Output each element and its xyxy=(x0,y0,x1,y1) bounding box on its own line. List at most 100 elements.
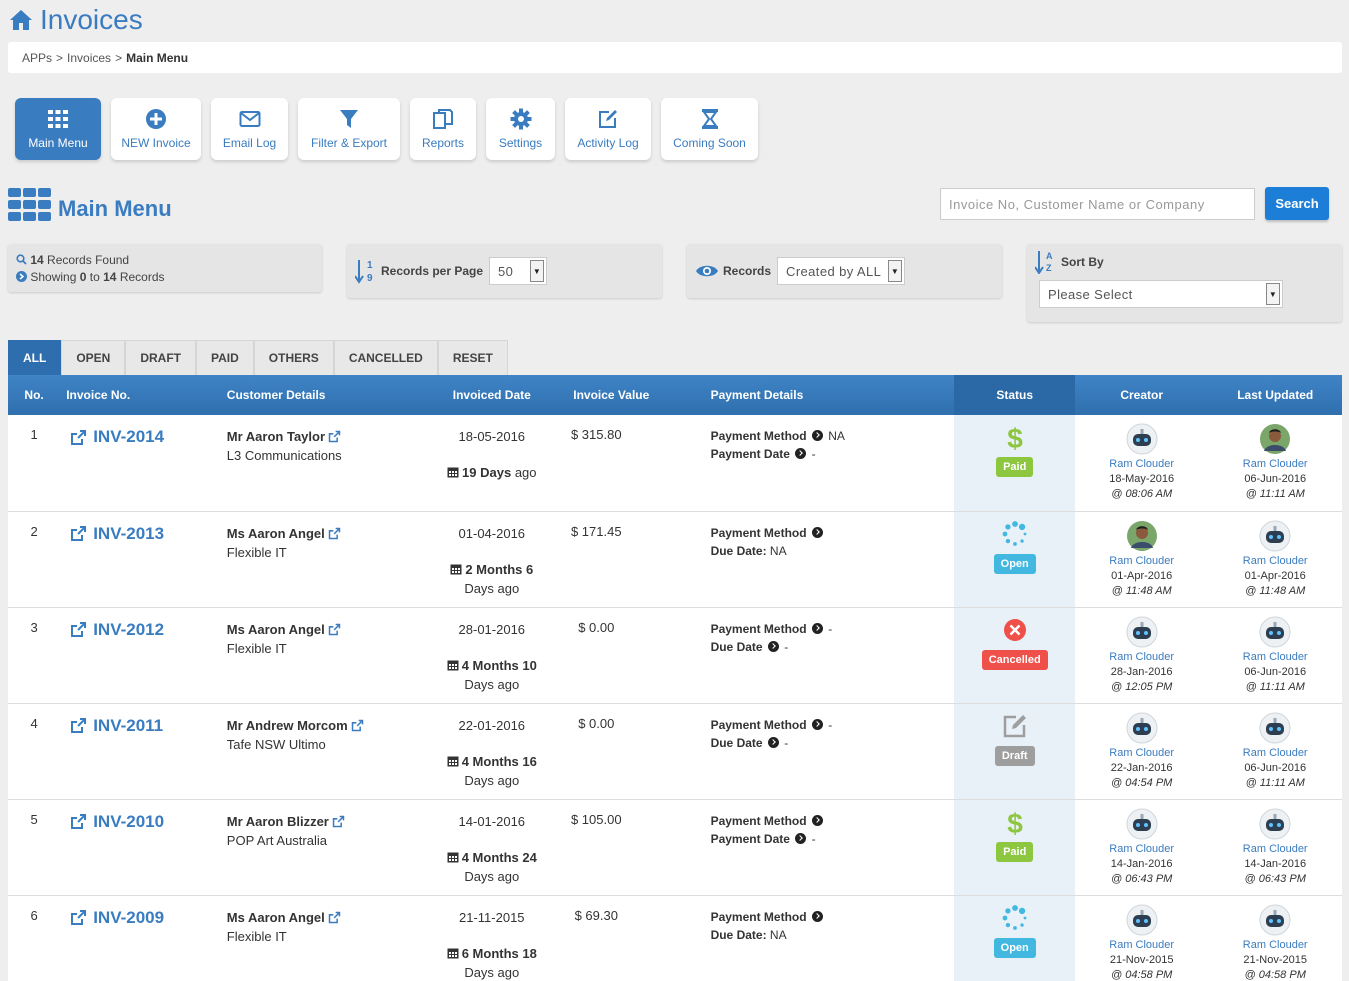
chevron-circle-icon xyxy=(811,910,823,922)
section-title: Main Menu xyxy=(8,186,172,222)
creator-name[interactable]: Ram Clouder xyxy=(1075,746,1209,761)
invoice-link[interactable]: INV-2009 xyxy=(70,908,221,928)
payment-second-value: NA xyxy=(769,927,787,942)
activity-log-button[interactable]: Activity Log xyxy=(565,98,651,160)
invoiced-date: 28-01-2016 xyxy=(458,621,526,637)
column-header-status[interactable]: Status xyxy=(954,375,1075,415)
invoice-link[interactable]: INV-2014 xyxy=(70,427,221,447)
status-badge[interactable]: Open xyxy=(993,553,1036,574)
sort-select[interactable]: Please Select ▼ xyxy=(1039,280,1283,308)
column-header-payment[interactable]: Payment Details xyxy=(704,375,955,415)
invoice-link[interactable]: INV-2011 xyxy=(70,716,221,736)
sort-alpha-icon: A Z xyxy=(1035,251,1053,274)
tab-cancelled[interactable]: CANCELLED xyxy=(333,340,438,375)
showing-from: 0 xyxy=(79,270,87,284)
customer-name-link[interactable]: Ms Aaron Angel xyxy=(227,524,436,543)
column-header-invoice-value[interactable]: Invoice Value xyxy=(547,375,705,415)
updated-by-name[interactable]: Ram Clouder xyxy=(1208,554,1342,569)
updated-by-name[interactable]: Ram Clouder xyxy=(1208,457,1342,472)
customer-name-link[interactable]: Ms Aaron Angel xyxy=(227,620,436,639)
updated-by-name[interactable]: Ram Clouder xyxy=(1208,746,1342,761)
reports-button[interactable]: Reports xyxy=(410,98,476,160)
status-badge[interactable]: Cancelled xyxy=(981,649,1048,670)
table-row[interactable]: 3 INV-2012 Ms Aaron Angel Flexible IT 28… xyxy=(8,607,1342,703)
tab-all[interactable]: ALL xyxy=(8,340,62,375)
external-link-icon xyxy=(332,815,345,827)
coming-soon-button[interactable]: Coming Soon xyxy=(661,98,758,160)
invoice-link[interactable]: INV-2013 xyxy=(70,524,221,544)
per-page-value: 50 xyxy=(498,263,514,279)
column-header-invoice-no[interactable]: Invoice No. xyxy=(60,375,221,415)
creator-name[interactable]: Ram Clouder xyxy=(1075,650,1209,665)
customer-name-link[interactable]: Mr Aaron Taylor xyxy=(227,427,436,446)
updated-by-name[interactable]: Ram Clouder xyxy=(1208,650,1342,665)
table-row[interactable]: 5 INV-2010 Mr Aaron Blizzer POP Art Aust… xyxy=(8,799,1342,895)
search-input[interactable] xyxy=(940,188,1255,220)
column-header-customer[interactable]: Customer Details xyxy=(220,375,436,415)
sort-by: A Z Sort By Please Select ▼ xyxy=(1027,244,1342,322)
invoiced-date: 22-01-2016 xyxy=(458,717,526,733)
tab-others[interactable]: OTHERS xyxy=(253,340,334,375)
search-button[interactable]: Search xyxy=(1265,187,1329,220)
avatar-icon xyxy=(1126,520,1157,551)
status-cell: Open xyxy=(954,895,1075,981)
invoice-value: $ 171.45 xyxy=(570,523,622,539)
updated-by-name[interactable]: Ram Clouder xyxy=(1208,842,1342,857)
status-cell: $ Paid xyxy=(954,415,1075,511)
creator-name[interactable]: Ram Clouder xyxy=(1075,842,1209,857)
gear-icon xyxy=(510,108,531,130)
customer-name-link[interactable]: Mr Aaron Blizzer xyxy=(227,812,436,831)
updated-date: 01-Apr-2016 xyxy=(1244,569,1306,582)
invoice-number: INV-2011 xyxy=(93,715,164,735)
creator-name[interactable]: Ram Clouder xyxy=(1075,938,1209,953)
creator-name[interactable]: Ram Clouder xyxy=(1075,457,1209,472)
main-menu-button[interactable]: Main Menu xyxy=(15,98,101,160)
external-link-icon xyxy=(71,526,87,541)
status-badge[interactable]: Paid xyxy=(996,841,1034,862)
table-header-row: No. Invoice No. Customer Details Invoice… xyxy=(8,375,1342,415)
column-header-invoiced-date[interactable]: Invoiced Date xyxy=(435,375,548,415)
breadcrumb-item-invoices[interactable]: Invoices xyxy=(67,51,111,65)
tab-reset[interactable]: RESET xyxy=(437,340,508,375)
payment-second-label: Due Date: xyxy=(710,543,767,558)
customer-name-link[interactable]: Mr Andrew Morcom xyxy=(227,716,436,735)
invoice-link[interactable]: INV-2010 xyxy=(70,812,221,832)
customer-name-link[interactable]: Ms Aaron Angel xyxy=(227,908,436,927)
breadcrumb-item-apps[interactable]: APPs xyxy=(22,51,52,65)
email-log-button[interactable]: Email Log xyxy=(211,98,288,160)
table-row[interactable]: 2 INV-2013 Ms Aaron Angel Flexible IT 01… xyxy=(8,511,1342,607)
tab-paid[interactable]: PAID xyxy=(196,340,254,375)
status-badge[interactable]: Paid xyxy=(996,457,1034,477)
avatar-icon xyxy=(1126,904,1158,935)
tab-open[interactable]: OPEN xyxy=(61,340,126,375)
table-row[interactable]: 1 INV-2014 Mr Aaron Taylor L3 Communicat… xyxy=(8,415,1342,511)
customer-name: Ms Aaron Angel xyxy=(226,909,325,925)
calendar-icon xyxy=(447,756,459,766)
breadcrumb-separator: > xyxy=(115,50,123,65)
table-row[interactable]: 4 INV-2011 Mr Andrew Morcom Tafe NSW Ult… xyxy=(8,703,1342,799)
invoice-link[interactable]: INV-2012 xyxy=(70,620,221,640)
creator-cell: Ram Clouder 18-May-2016 @ 08:06 AM xyxy=(1075,415,1209,511)
table-row[interactable]: 6 INV-2009 Ms Aaron Angel Flexible IT 21… xyxy=(8,895,1342,981)
records-filter-select[interactable]: Created by ALL ▼ xyxy=(777,257,906,285)
status-badge[interactable]: Open xyxy=(993,937,1036,958)
payment-method-value: NA xyxy=(828,429,845,443)
per-page-label: Records per Page xyxy=(381,264,484,278)
creator-name[interactable]: Ram Clouder xyxy=(1075,554,1209,569)
column-header-no[interactable]: No. xyxy=(8,375,61,415)
external-link-icon xyxy=(328,430,341,443)
tab-draft[interactable]: DRAFT xyxy=(125,340,197,375)
new-invoice-button[interactable]: NEW Invoice xyxy=(111,98,201,160)
settings-button[interactable]: Settings xyxy=(486,98,555,160)
updated-by-name[interactable]: Ram Clouder xyxy=(1208,938,1342,953)
external-link-icon xyxy=(71,429,87,445)
svg-text:Z: Z xyxy=(1046,263,1052,273)
status-badge[interactable]: Draft xyxy=(994,745,1035,766)
invoice-value: $ 0.00 xyxy=(578,619,615,635)
per-page-select[interactable]: 50 ▼ xyxy=(489,257,548,285)
column-header-creator[interactable]: Creator xyxy=(1074,375,1209,415)
creator-time: @ 06:43 PM xyxy=(1111,872,1173,885)
payment-second-value: - xyxy=(784,639,789,654)
column-header-last-updated[interactable]: Last Updated xyxy=(1208,375,1342,415)
filter-export-button[interactable]: Filter & Export xyxy=(298,98,400,160)
